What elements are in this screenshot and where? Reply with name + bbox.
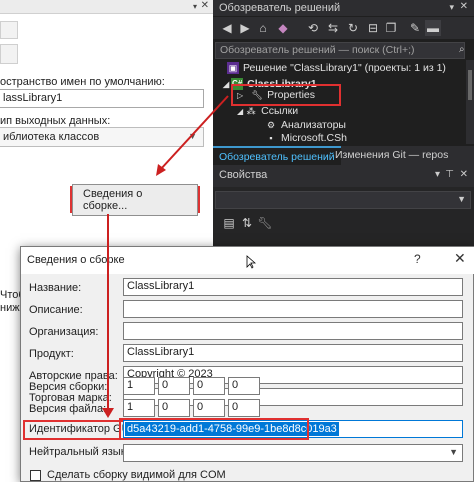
- guid-value-highlight: [119, 418, 309, 440]
- file-version-part-2[interactable]: 0: [158, 399, 190, 417]
- tree-assembly-ref-label: Microsoft.CSh: [281, 132, 347, 144]
- assembly-version-part-1[interactable]: 1: [123, 377, 155, 395]
- assembly-version-part-2[interactable]: 0: [158, 377, 190, 395]
- chevron-down-icon: ▼: [457, 194, 466, 204]
- default-namespace-label: остранство имен по умолчанию:: [0, 76, 165, 88]
- vertical-scrollbar[interactable]: [466, 60, 474, 144]
- company-label: Организация:: [29, 326, 99, 338]
- output-type-select[interactable]: иблиотека классов ▼: [0, 127, 204, 147]
- categorized-icon[interactable]: ▤: [221, 215, 237, 231]
- files-icon[interactable]: ❐: [383, 20, 399, 36]
- neutral-language-select[interactable]: ▼: [123, 444, 463, 462]
- solution-explorer-title: Обозреватель решений: [213, 0, 474, 16]
- dialog-title: Сведения о сборке: [27, 254, 125, 266]
- left-topbar: ▾ ✕: [0, 0, 213, 14]
- preview-icon[interactable]: ▬: [425, 20, 441, 36]
- tree-solution[interactable]: ▣ Решение "ClassLibrary1" (проекты: 1 из …: [227, 60, 446, 76]
- product-label: Продукт:: [29, 348, 74, 360]
- references-icon: ⁂: [246, 106, 256, 117]
- solution-icon: ▣: [227, 62, 239, 75]
- assembly-info-button-label: Сведения о сборке...: [72, 183, 198, 216]
- close-icon[interactable]: ✕: [460, 169, 468, 180]
- file-version-part-1[interactable]: 1: [123, 399, 155, 417]
- name-input[interactable]: ClassLibrary1: [123, 278, 463, 296]
- solution-explorer: Обозреватель решений ▾ ✕ ◀ ▶ ⌂ ◆ ⟲ ⇆ ↻ ⊟…: [213, 0, 474, 165]
- properties-toolbar: ▤ ⇅ 🔧︎: [213, 212, 474, 236]
- partial-text: ниж: [0, 302, 20, 314]
- home-icon[interactable]: ⌂: [255, 20, 271, 36]
- name-label: Название:: [29, 282, 82, 294]
- chevron-down-icon: ▼: [188, 131, 197, 141]
- chevron-down-icon: ▼: [449, 447, 458, 457]
- nav-box[interactable]: [0, 44, 18, 64]
- neutral-language-label: Нейтральный язык:: [29, 446, 129, 458]
- output-type-label: ип выходных данных:: [0, 115, 111, 127]
- description-input[interactable]: [123, 300, 463, 318]
- assembly-version-part-3[interactable]: 0: [193, 377, 225, 395]
- output-type-value: иблиотека классов: [3, 131, 100, 143]
- assembly-info-dialog: Сведения о сборке ? ✕ Название: ClassLib…: [20, 246, 474, 482]
- pin-icon[interactable]: ▾: [193, 2, 197, 11]
- com-visible-checkbox[interactable]: [30, 470, 41, 481]
- pin-icon[interactable]: ⊤: [445, 169, 454, 180]
- close-icon[interactable]: ✕: [201, 0, 209, 11]
- forward-icon[interactable]: ▶: [237, 20, 253, 36]
- sync-icon[interactable]: ⇆: [325, 20, 341, 36]
- solution-tabs: Обозреватель решений Изменения Git — rep…: [213, 146, 474, 165]
- scrollbar-thumb[interactable]: [468, 70, 472, 100]
- solution-search-input[interactable]: Обозреватель решений — поиск (Ctrl+;): [215, 42, 465, 59]
- file-version-part-3[interactable]: 0: [193, 399, 225, 417]
- description-label: Описание:: [29, 304, 83, 316]
- expand-arrow-icon[interactable]: ◢: [237, 107, 243, 116]
- expand-arrow-icon[interactable]: ◢: [223, 80, 229, 89]
- tree-assembly-ref[interactable]: ▪ Microsoft.CSh: [265, 130, 347, 146]
- alphabetical-icon[interactable]: ⇅: [239, 215, 255, 231]
- product-input[interactable]: ClassLibrary1: [123, 344, 463, 362]
- vs-icon[interactable]: ◆: [275, 20, 291, 36]
- assembly-version-part-4[interactable]: 0: [228, 377, 260, 395]
- solution-toolbar: ◀ ▶ ⌂ ◆ ⟲ ⇆ ↻ ⊟ ❐ ✎ ▬: [213, 17, 474, 39]
- assembly-info-button[interactable]: Сведения о сборке...: [70, 183, 200, 216]
- file-version-label: Версия файла:: [29, 403, 107, 415]
- default-namespace-input[interactable]: lassLibrary1: [0, 89, 204, 108]
- tree-solution-label: Решение "ClassLibrary1" (проекты: 1 из 1…: [243, 62, 446, 74]
- close-button[interactable]: ✕: [454, 250, 466, 267]
- back-icon[interactable]: ◀: [219, 20, 235, 36]
- com-visible-label: Сделать сборку видимой для COM: [47, 469, 226, 481]
- properties-title: Свойства: [219, 169, 268, 181]
- mouse-cursor-icon: [246, 255, 256, 269]
- properties-object-select[interactable]: ▼: [215, 191, 471, 209]
- pin-icon[interactable]: ▾: [449, 2, 454, 13]
- properties-header: Свойства ▾ ⊤ ✕: [213, 165, 474, 187]
- dialog-titlebar: Сведения о сборке ? ✕: [21, 247, 474, 274]
- wrench-icon[interactable]: ✎: [407, 20, 423, 36]
- tab-solution-explorer[interactable]: Обозреватель решений: [213, 146, 341, 165]
- collapse-icon[interactable]: ⊟: [365, 20, 381, 36]
- file-version-part-4[interactable]: 0: [228, 399, 260, 417]
- search-placeholder: Обозреватель решений — поиск (Ctrl+;): [220, 44, 415, 56]
- tab-git-changes[interactable]: Изменения Git — repos: [329, 146, 454, 165]
- search-icon[interactable]: ⌕: [459, 44, 465, 55]
- history-icon[interactable]: ⟲: [305, 20, 321, 36]
- assembly-version-label: Версия сборки:: [29, 381, 108, 393]
- dropdown-icon[interactable]: ▾: [435, 169, 440, 180]
- tree-references-label: Ссылки: [261, 105, 299, 117]
- nav-box[interactable]: [0, 21, 18, 39]
- assembly-ref-icon: ▪: [269, 133, 273, 144]
- help-button[interactable]: ?: [414, 252, 421, 266]
- refresh-icon[interactable]: ↻: [345, 20, 361, 36]
- close-icon[interactable]: ✕: [460, 1, 468, 12]
- company-input[interactable]: [123, 322, 463, 340]
- property-pages-icon[interactable]: 🔧︎: [257, 215, 273, 231]
